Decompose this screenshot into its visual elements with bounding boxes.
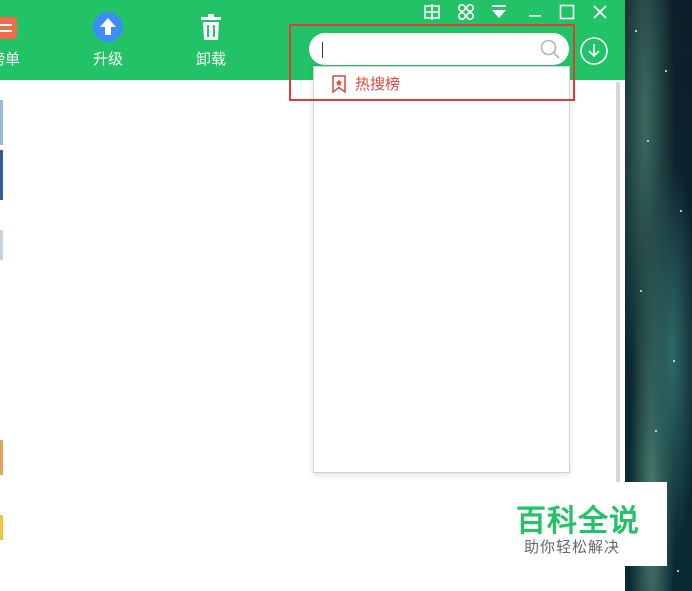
list-icon	[0, 17, 17, 39]
scrollbar[interactable]	[616, 82, 620, 482]
close-icon[interactable]	[589, 1, 611, 23]
toolbar-upgrade-label: 升级	[92, 50, 123, 68]
trash-icon	[201, 14, 221, 40]
skin-icon[interactable]	[455, 1, 477, 23]
maximize-icon[interactable]	[556, 1, 578, 23]
search-suggestions-dropdown: 热搜榜	[313, 66, 570, 473]
watermark-subtitle: 助你轻松解决	[524, 538, 621, 556]
menu-dropdown-icon[interactable]	[488, 1, 510, 23]
toolbar-rankings-button[interactable]: 榜单	[0, 0, 45, 80]
watermark-title: 百科全说	[516, 504, 640, 539]
toolbar-upgrade-button[interactable]: 升级	[68, 0, 148, 80]
watermark: 百科全说 助你轻松解决	[506, 482, 667, 566]
left-content-edge	[0, 95, 5, 591]
toolbar-uninstall-label: 卸载	[195, 50, 226, 68]
minimize-icon[interactable]	[524, 1, 546, 23]
grid-icon[interactable]	[421, 1, 443, 23]
upgrade-arrow-icon	[93, 12, 123, 42]
toolbar-uninstall-button[interactable]: 卸载	[171, 0, 251, 80]
download-icon[interactable]	[579, 36, 609, 66]
toolbar-rankings-label: 榜单	[0, 50, 20, 68]
highlight-annotation	[289, 24, 575, 101]
